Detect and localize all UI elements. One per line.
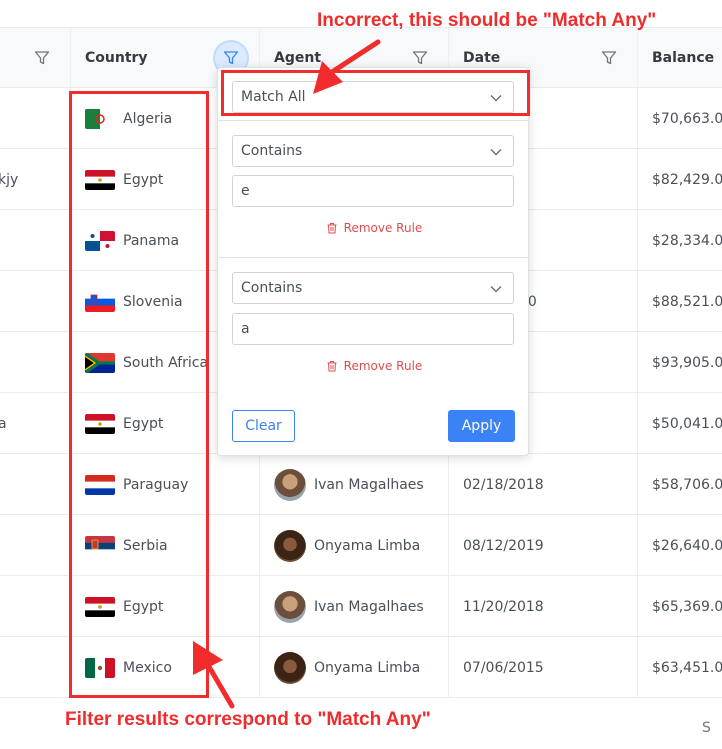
annotation-bottom-note: Filter results correspond to "Match Any"	[65, 709, 431, 730]
rule-2-remove-label: Remove Rule	[343, 359, 423, 373]
filter-overlay-panel: Match All Contains e Remove Rule Contain…	[217, 67, 529, 456]
date-cell: 02/18/2018	[463, 454, 544, 515]
balance-text: $70,663.0	[652, 110, 722, 127]
divider	[218, 120, 528, 121]
rule-1-operator-value: Contains	[241, 143, 303, 159]
agent-text: Onyama Limba	[314, 659, 421, 676]
name-cell: kjy	[0, 149, 18, 210]
divider	[218, 257, 528, 258]
balance-text: $82,429.0	[652, 171, 722, 188]
filter-icon	[412, 51, 428, 65]
rule-2-operator-value: Contains	[241, 280, 303, 296]
header-balance-label: Balance	[652, 50, 715, 66]
balance-text: $65,369.0	[652, 598, 722, 615]
balance-cell: $70,663.0	[652, 88, 722, 149]
date-cell: 07/06/2015	[463, 637, 544, 698]
name-cell: a	[0, 393, 7, 454]
balance-cell: $65,369.0	[652, 576, 722, 637]
balance-cell: $93,905.0	[652, 332, 722, 393]
balance-cell: $88,521.0	[652, 271, 722, 332]
header-date-label: Date	[463, 50, 501, 66]
date-text: 08/12/2019	[463, 537, 544, 554]
agent-text: Onyama Limba	[314, 537, 421, 554]
rule-2-value-input[interactable]: a	[232, 313, 514, 345]
rule-2-remove-button[interactable]: Remove Rule	[218, 357, 530, 375]
trash-icon	[327, 223, 337, 234]
balance-text: $93,905.0	[652, 354, 722, 371]
avatar	[274, 590, 306, 623]
rule-2-value: a	[241, 321, 250, 337]
annotation-top-note: Incorrect, this should be "Match Any"	[317, 10, 657, 31]
date-filter-button[interactable]	[593, 42, 625, 74]
chevron-down-icon	[490, 285, 502, 293]
rule-1-value-input[interactable]: e	[232, 175, 514, 207]
annotation-highlight-country-column	[69, 91, 209, 698]
balance-text: $50,041.0	[652, 415, 722, 432]
avatar	[274, 651, 306, 684]
filter-icon	[223, 51, 239, 65]
balance-text: $28,334.0	[652, 232, 722, 249]
balance-text: $88,521.0	[652, 293, 722, 310]
rule-1-operator-dropdown[interactable]: Contains	[232, 135, 514, 167]
trash-icon	[327, 361, 337, 372]
header-balance[interactable]: Balance	[652, 28, 714, 88]
avatar	[274, 468, 306, 501]
date-cell: 11/20/2018	[463, 576, 544, 637]
avatar	[274, 529, 306, 562]
name-text: kjy	[0, 171, 19, 188]
balance-cell: $63,451.0	[652, 637, 722, 698]
balance-cell: $82,429.0	[652, 149, 722, 210]
date-text: 02/18/2018	[463, 476, 544, 493]
corner-text: S	[702, 720, 711, 736]
rule-1-remove-button[interactable]: Remove Rule	[218, 219, 530, 237]
balance-cell: $26,640.0	[652, 515, 722, 576]
filter-icon	[601, 51, 617, 65]
filter-icon	[34, 51, 50, 65]
balance-text: $58,706.0	[652, 476, 722, 493]
date-cell: 08/12/2019	[463, 515, 544, 576]
name-filter-button[interactable]	[26, 42, 58, 74]
balance-cell: $50,041.0	[652, 393, 722, 454]
date-text: 11/20/2018	[463, 598, 544, 615]
rule-1-value: e	[241, 183, 250, 199]
agent-text: Ivan Magalhaes	[314, 476, 424, 493]
agent-cell: Ivan Magalhaes	[274, 576, 424, 637]
agent-cell: Onyama Limba	[274, 637, 420, 698]
annotation-highlight-match-mode	[221, 70, 530, 116]
name-text: a	[0, 415, 7, 432]
balance-text: $26,640.0	[652, 537, 722, 554]
header-agent-label: Agent	[274, 50, 322, 66]
balance-cell: $58,706.0	[652, 454, 722, 515]
agent-text: Ivan Magalhaes	[314, 598, 424, 615]
balance-cell: $28,334.0	[652, 210, 722, 271]
balance-text: $63,451.0	[652, 659, 722, 676]
rule-2-operator-dropdown[interactable]: Contains	[232, 272, 514, 304]
agent-cell: Onyama Limba	[274, 515, 420, 576]
header-country-label: Country	[85, 50, 148, 66]
header-country[interactable]: Country	[85, 28, 148, 88]
rule-1-remove-label: Remove Rule	[343, 221, 423, 235]
agent-cell: Ivan Magalhaes	[274, 454, 424, 515]
apply-button[interactable]: Apply	[448, 410, 515, 442]
clear-button[interactable]: Clear	[232, 410, 295, 442]
date-text: 07/06/2015	[463, 659, 544, 676]
chevron-down-icon	[490, 148, 502, 156]
column-divider	[637, 28, 638, 698]
screenshot-stage: Country Agent Date Balance Algeria5$70,6…	[0, 0, 722, 749]
